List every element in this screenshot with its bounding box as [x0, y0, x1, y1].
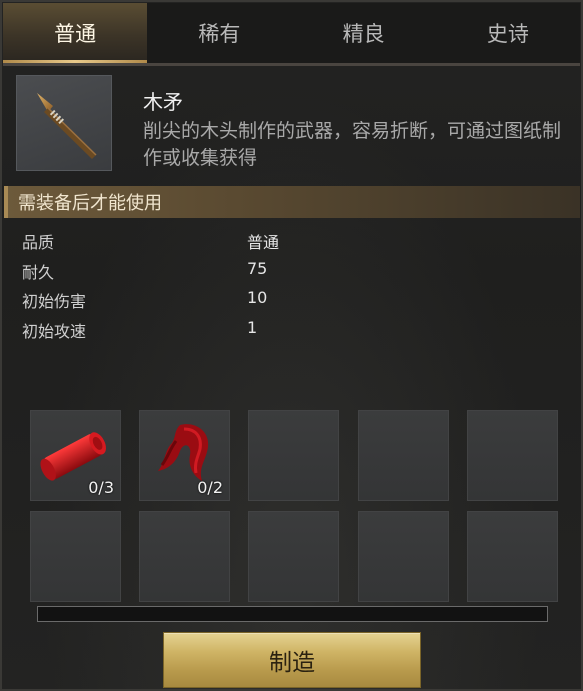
item-name: 木矛	[143, 90, 183, 114]
material-slot-1[interactable]: 0/3	[30, 410, 121, 501]
tab-divider	[3, 63, 580, 66]
stat-label: 品质	[22, 233, 55, 252]
item-description: 削尖的木头制作的武器，容易折断，可通过图纸制作或收集获得	[143, 120, 562, 169]
tab-fine[interactable]: 精良	[292, 3, 436, 63]
material-slot-7[interactable]	[139, 511, 230, 602]
material-slot-10[interactable]	[467, 511, 558, 602]
wooden-spear-icon	[37, 93, 97, 159]
tab-epic[interactable]: 史诗	[436, 3, 580, 63]
stat-value: 10	[247, 288, 268, 307]
crafting-panel: 普通 稀有 精良 史诗 木矛 削尖的木头制作的武器，容易折断，可通过图纸制作或收…	[0, 0, 583, 691]
tab-rare[interactable]: 稀有	[147, 3, 291, 63]
material-slot-2[interactable]: 0/2	[139, 410, 230, 501]
material-slot-4[interactable]	[358, 410, 449, 501]
stat-value: 75	[247, 258, 268, 278]
material-count: 0/3	[88, 478, 114, 497]
material-slot-8[interactable]	[248, 511, 339, 602]
stat-value: 1	[247, 317, 258, 337]
stat-value: 普通	[247, 233, 280, 252]
material-slot-3[interactable]	[248, 410, 339, 501]
tab-common[interactable]: 普通	[3, 3, 148, 63]
material-count: 0/2	[197, 478, 223, 497]
requirement-bar: 需装备后才能使用	[4, 186, 580, 218]
material-grid: 0/3 0/2	[30, 410, 558, 602]
material-slot-6[interactable]	[30, 511, 121, 602]
rarity-tabs: 普通 稀有 精良 史诗	[3, 3, 580, 63]
craft-button-label: 制造	[269, 650, 315, 676]
stat-label: 初始伤害	[22, 292, 87, 311]
stat-label: 初始攻速	[22, 321, 87, 341]
craft-button[interactable]: 制造	[163, 632, 421, 688]
requirement-text: 需装备后才能使用	[18, 193, 162, 214]
craft-progress-bar	[37, 606, 548, 622]
material-slot-5[interactable]	[467, 410, 558, 501]
item-slot	[16, 75, 112, 171]
material-slot-9[interactable]	[358, 511, 449, 602]
stat-label: 耐久	[22, 262, 55, 282]
